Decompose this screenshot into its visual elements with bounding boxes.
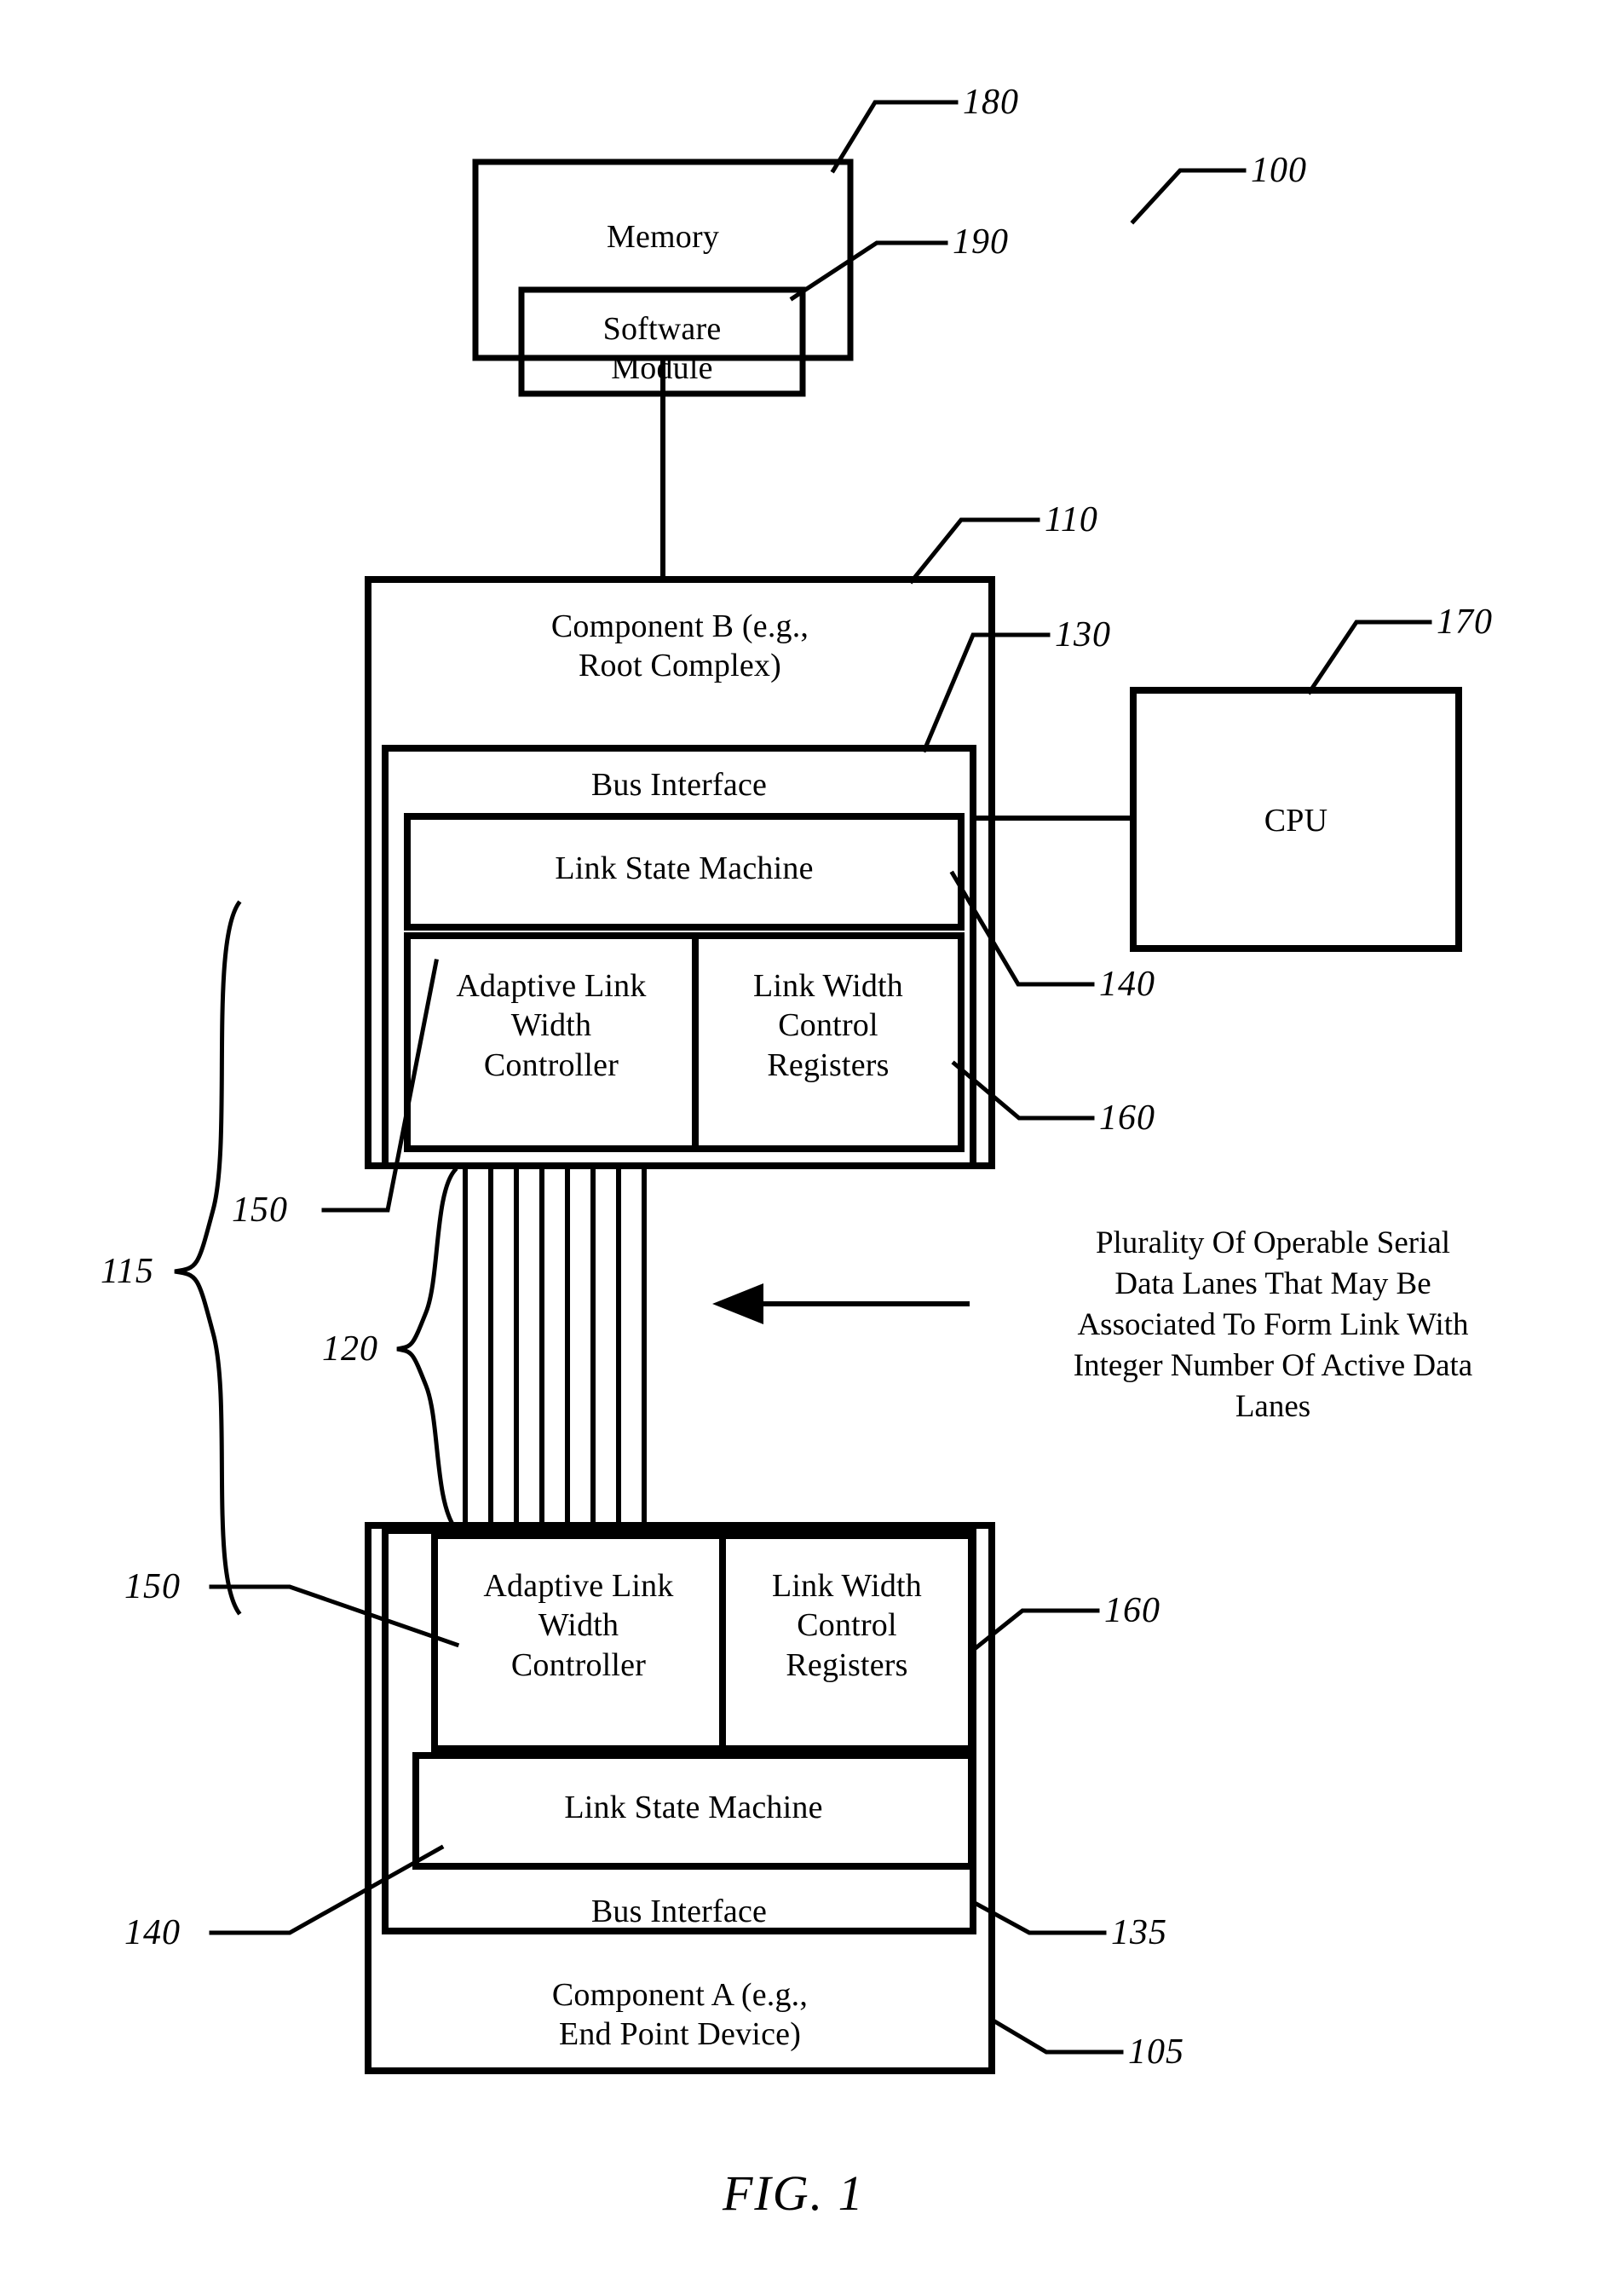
ref-100: 100 <box>1251 151 1307 190</box>
ref-leader-105 <box>988 2016 1124 2055</box>
ref-180: 180 <box>963 83 1019 122</box>
figure-caption: FIG. 1 <box>723 2165 865 2221</box>
ref-150-b: 150 <box>232 1191 288 1230</box>
patent-figure-page: Memory 180 Software Module 190 100 Compo… <box>0 0 1624 2283</box>
ref-110: 110 <box>1045 500 1098 539</box>
ref-160-a: 160 <box>1104 1591 1160 1630</box>
ref-160-b: 160 <box>1099 1098 1155 1138</box>
figure-line-art <box>174 100 1462 2074</box>
component-a-label: Component A (e.g., End Point Device) <box>551 1977 809 2053</box>
link-width-control-registers-a-label: Link Width Control Registers <box>771 1568 923 1683</box>
ref-leader-110 <box>908 517 1040 585</box>
ref-115-brace-label: 115 <box>101 1252 154 1291</box>
link-state-machine-a-label: Link State Machine <box>564 1790 823 1825</box>
ref-leader-100 <box>1130 168 1247 225</box>
bus-interface-a-label: Bus Interface <box>590 1894 768 1929</box>
adaptive-link-width-controller-a-label: Adaptive Link Width Controller <box>483 1568 674 1683</box>
ref-190: 190 <box>953 222 1009 262</box>
ref-135: 135 <box>1111 1913 1167 1952</box>
ref-130: 130 <box>1055 615 1111 654</box>
ref-leader-170 <box>1306 620 1432 695</box>
ref-105: 105 <box>1128 2032 1184 2072</box>
ref-140-a: 140 <box>124 1913 181 1952</box>
ref-leader-150-a <box>209 1584 460 1648</box>
component-b-label: Component B (e.g., Root Complex) <box>550 608 809 684</box>
link-state-machine-b-label: Link State Machine <box>555 850 814 886</box>
ref-170: 170 <box>1437 602 1493 642</box>
lanes-annotation-text: Plurality Of Operable Serial Data Lanes … <box>1073 1225 1473 1425</box>
brace-120-lanes <box>396 1167 458 1531</box>
adaptive-link-width-controller-b-label: Adaptive Link Width Controller <box>456 968 647 1083</box>
ref-140-b: 140 <box>1099 965 1155 1004</box>
brace-115-link <box>174 900 242 1616</box>
ref-150-a: 150 <box>124 1567 181 1606</box>
bus-interface-b-outline <box>382 745 976 1169</box>
link-width-control-registers-b-label: Link Width Control Registers <box>752 968 904 1083</box>
cpu-label: CPU <box>1264 803 1328 839</box>
lanes-annotation-arrow <box>712 1283 970 1324</box>
bus-interface-b-label: Bus Interface <box>590 767 768 803</box>
software-module-label: Software Module <box>602 311 722 387</box>
memory-label: Memory <box>606 219 720 255</box>
serial-data-lanes <box>463 1163 647 1535</box>
ref-120-brace-label: 120 <box>322 1329 378 1369</box>
